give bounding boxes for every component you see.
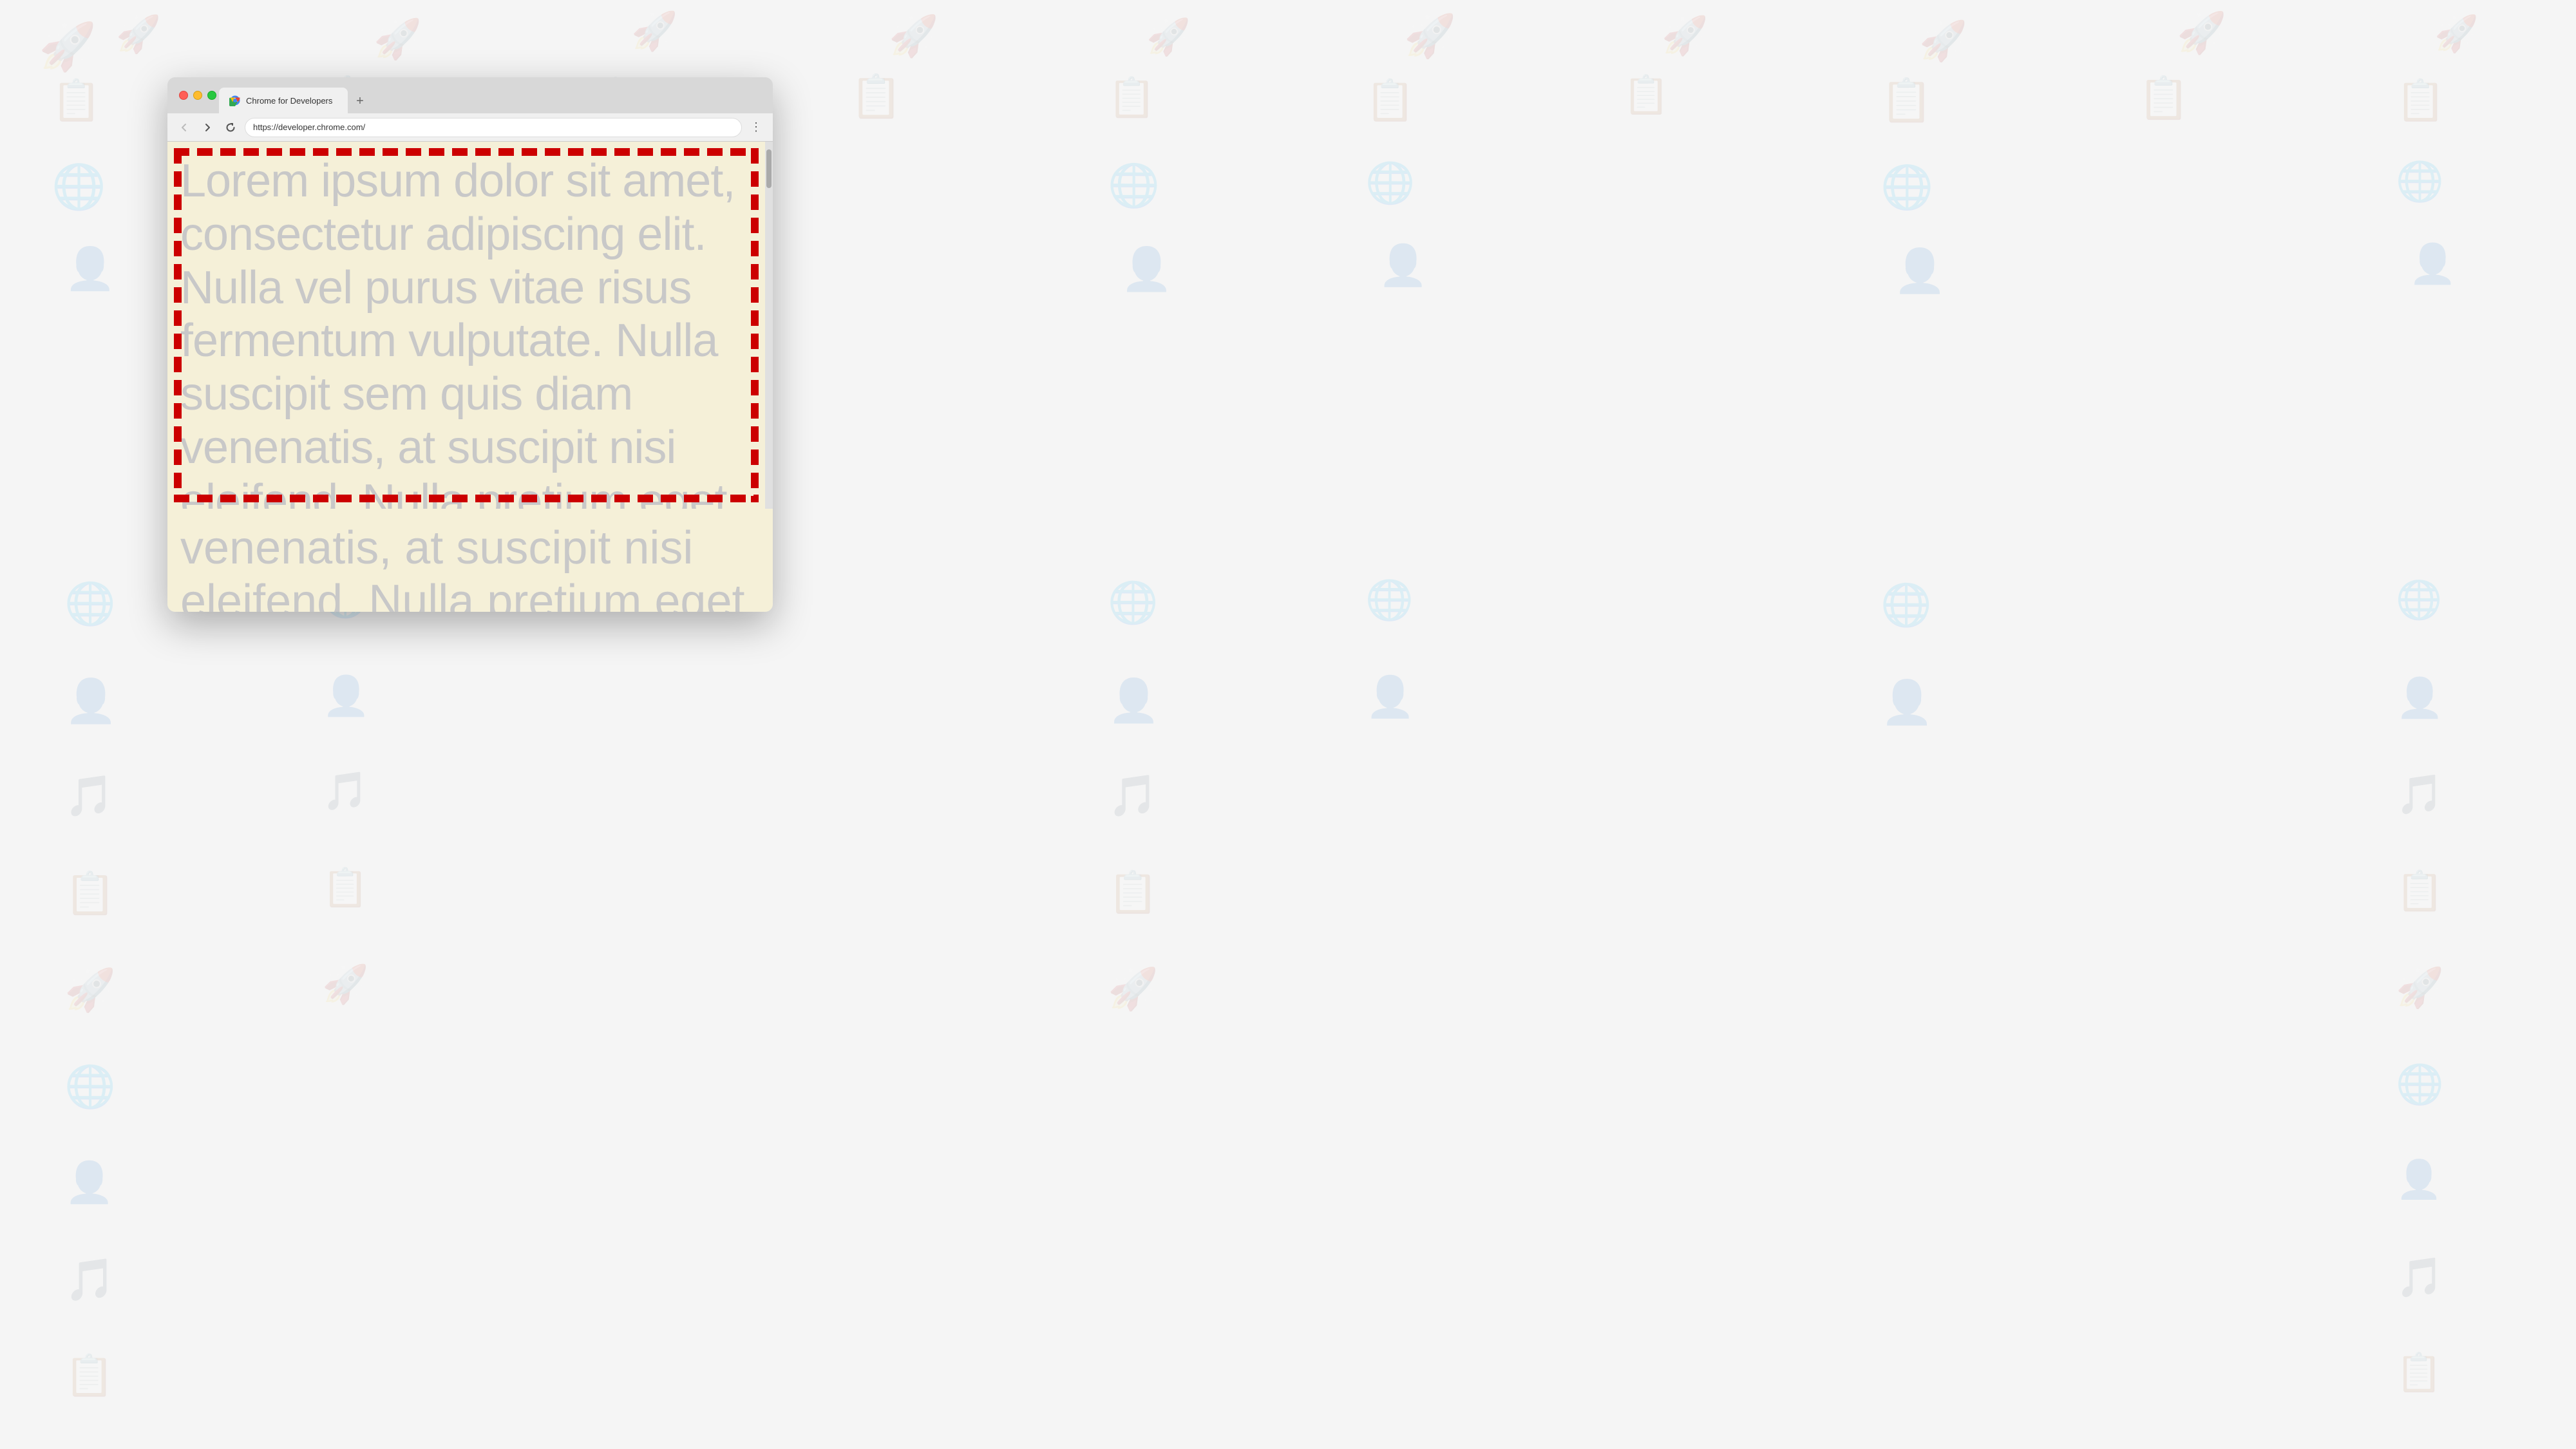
deco-r9-4: 🚀: [2396, 965, 2444, 1010]
lorem-text: Lorem ipsum dolor sit amet, consectetur …: [180, 155, 753, 509]
deco-r6-5: 👤: [1880, 677, 1933, 728]
deco-r5-6: 🌐: [2396, 578, 2442, 622]
deco-r9-1: 🚀: [64, 966, 116, 1014]
tab-title: Chrome for Developers: [246, 96, 332, 106]
forward-button[interactable]: [198, 118, 216, 137]
deco-icon-6: 🚀: [1146, 16, 1190, 58]
deco-r5-3: 🌐: [1108, 580, 1158, 627]
forward-icon: [202, 122, 213, 133]
deco-r7-2: 🎵: [322, 770, 368, 813]
scrollbar-thumb[interactable]: [766, 149, 772, 188]
title-bar: Chrome for Developers +: [167, 77, 773, 113]
deco-r9-3: 🚀: [1108, 966, 1158, 1013]
nav-bar: https://developer.chrome.com/ ⋮: [167, 113, 773, 142]
deco-icon-4: 🚀: [631, 10, 677, 53]
deco-icon-8: 🚀: [1662, 14, 1708, 58]
deco-r7-4: 🎵: [2396, 772, 2444, 817]
deco-r3-3: 🌐: [1108, 161, 1160, 210]
address-bar[interactable]: https://developer.chrome.com/: [245, 118, 742, 137]
dashed-border-bottom: [174, 495, 759, 502]
deco-r6-1: 👤: [64, 676, 117, 726]
deco-icon-r2-1: 📋: [52, 77, 101, 124]
page-content: Lorem ipsum dolor sit amet, consectetur …: [167, 142, 773, 509]
close-button[interactable]: [179, 91, 188, 100]
dashed-border-right: [751, 148, 759, 502]
deco-icon-r2-5: 📋: [1108, 75, 1156, 120]
deco-r5-5: 🌐: [1880, 581, 1932, 629]
scrollbar[interactable]: [765, 142, 773, 509]
deco-r10-2: 🌐: [2396, 1061, 2444, 1107]
deco-r7-1: 🎵: [64, 773, 114, 820]
active-tab[interactable]: Chrome for Developers: [219, 88, 348, 113]
deco-r11-2: 👤: [2396, 1158, 2442, 1202]
back-icon: [179, 122, 189, 133]
reload-button[interactable]: [222, 118, 240, 137]
deco-icon-r2-9: 📋: [2138, 74, 2190, 122]
deco-r8-1: 📋: [64, 869, 116, 918]
deco-r5-1: 🌐: [64, 580, 116, 628]
tab-favicon: [229, 95, 241, 106]
deco-r6-2: 👤: [322, 673, 370, 719]
deco-r9-2: 🚀: [322, 963, 368, 1007]
deco-icon-r2-7: 📋: [1623, 73, 1669, 117]
deco-r7-3: 🎵: [1108, 773, 1158, 820]
deco-r4-5: 👤: [1893, 246, 1946, 296]
deco-r8-2: 📋: [322, 866, 368, 910]
deco-r3-1: 🌐: [52, 161, 106, 213]
deco-icon-r2-6: 📋: [1365, 77, 1415, 124]
deco-r11-1: 👤: [64, 1159, 114, 1206]
deco-icon-5: 🚀: [889, 13, 938, 60]
browser-window: Chrome for Developers + https://develope…: [167, 77, 773, 612]
tab-bar: Chrome for Developers +: [219, 77, 370, 113]
deco-r8-4: 📋: [2396, 868, 2444, 914]
deco-r4-3: 👤: [1121, 245, 1173, 294]
traffic-lights: [179, 91, 216, 100]
deco-r13-2: 📋: [2396, 1351, 2442, 1395]
minimize-button[interactable]: [193, 91, 202, 100]
back-button[interactable]: [175, 118, 193, 137]
deco-r13-1: 📋: [64, 1352, 114, 1399]
below-fold-content: venenatis, at suscipit nisi eleifend. Nu…: [167, 509, 773, 612]
deco-r12-2: 🎵: [2396, 1255, 2444, 1300]
new-tab-button[interactable]: +: [350, 91, 370, 111]
deco-r3-4: 🌐: [1365, 160, 1415, 207]
deco-icon-7: 🚀: [1404, 12, 1456, 61]
deco-icon-2: 🚀: [116, 13, 161, 55]
reload-icon: [225, 122, 236, 133]
deco-icon-r2-8: 📋: [1880, 76, 1933, 125]
deco-r6-3: 👤: [1108, 676, 1160, 725]
dashed-border-top: [174, 148, 759, 156]
deco-icon-9: 🚀: [1919, 18, 1967, 64]
deco-r4-4: 👤: [1378, 242, 1428, 289]
dashed-border-left: [174, 148, 182, 502]
deco-icon-10: 🚀: [2177, 10, 2226, 57]
deco-icon-r2-4: 📋: [850, 72, 902, 121]
deco-r8-3: 📋: [1108, 869, 1158, 916]
deco-r5-4: 🌐: [1365, 577, 1414, 623]
below-fold-text: venenatis, at suscipit nisi eleifend. Nu…: [180, 522, 760, 612]
browser-menu-button[interactable]: ⋮: [747, 118, 765, 137]
deco-r4-1: 👤: [64, 245, 116, 293]
deco-r3-5: 🌐: [1880, 162, 1933, 213]
deco-r10-1: 🌐: [64, 1063, 116, 1111]
deco-r3-6: 🌐: [2396, 158, 2444, 204]
url-text: https://developer.chrome.com/: [253, 122, 365, 132]
deco-r6-4: 👤: [1365, 674, 1415, 721]
deco-icon-3: 🚀: [374, 16, 422, 62]
deco-icon-11: 🚀: [2434, 13, 2478, 55]
deco-r4-6: 👤: [2409, 241, 2457, 287]
deco-icon-r2-10: 📋: [2396, 77, 2445, 124]
deco-icon-1: 🚀: [39, 19, 97, 74]
deco-r6-6: 👤: [2396, 675, 2444, 721]
maximize-button[interactable]: [207, 91, 216, 100]
deco-r12-1: 🎵: [64, 1256, 116, 1304]
